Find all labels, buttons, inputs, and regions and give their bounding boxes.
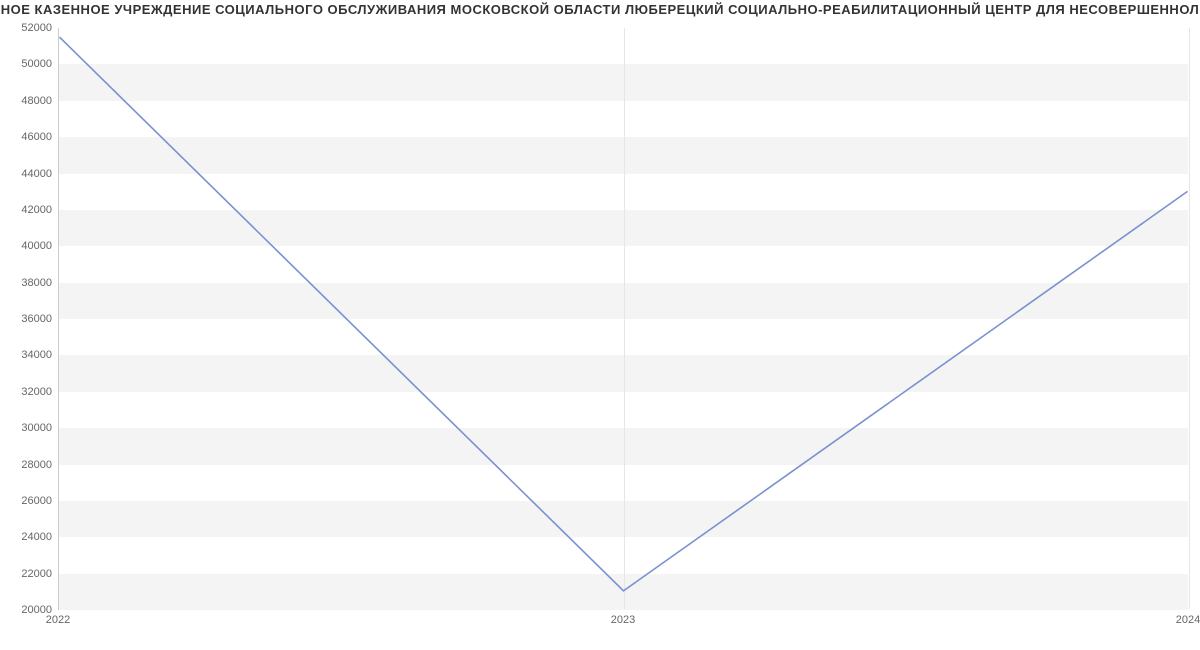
y-tick-label: 28000 <box>4 459 52 471</box>
plot-area <box>58 28 1188 610</box>
y-tick-label: 40000 <box>4 240 52 252</box>
chart-container: НОЕ КАЗЕННОЕ УЧРЕЖДЕНИЕ СОЦИАЛЬНОГО ОБСЛ… <box>0 0 1200 650</box>
y-tick-label: 46000 <box>4 131 52 143</box>
y-tick-label: 50000 <box>4 58 52 70</box>
y-tick-label: 48000 <box>4 95 52 107</box>
x-tick-label: 2022 <box>46 614 70 626</box>
y-tick-label: 34000 <box>4 349 52 361</box>
y-tick-label: 36000 <box>4 313 52 325</box>
y-tick-label: 44000 <box>4 168 52 180</box>
y-tick-label: 30000 <box>4 422 52 434</box>
y-tick-label: 38000 <box>4 277 52 289</box>
y-tick-label: 22000 <box>4 568 52 580</box>
y-tick-label: 26000 <box>4 495 52 507</box>
y-tick-label: 42000 <box>4 204 52 216</box>
series-line <box>59 37 1187 591</box>
chart-title: НОЕ КАЗЕННОЕ УЧРЕЖДЕНИЕ СОЦИАЛЬНОГО ОБСЛ… <box>0 2 1200 17</box>
x-gridline <box>1189 28 1190 609</box>
y-tick-label: 32000 <box>4 386 52 398</box>
series-layer <box>59 28 1188 609</box>
x-tick-label: 2024 <box>1176 614 1200 626</box>
x-tick-label: 2023 <box>611 614 635 626</box>
y-tick-label: 52000 <box>4 22 52 34</box>
y-tick-label: 24000 <box>4 531 52 543</box>
